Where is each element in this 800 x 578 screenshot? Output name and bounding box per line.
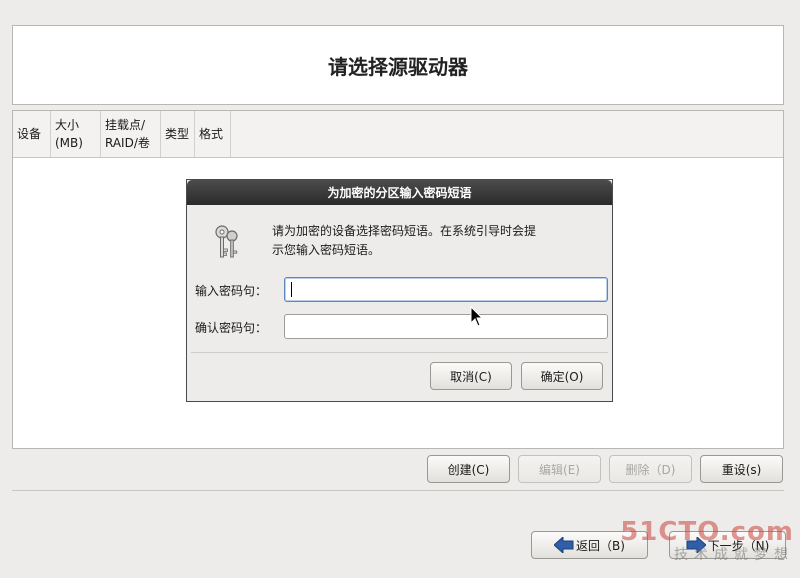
dialog-separator xyxy=(191,352,608,353)
passphrase-dialog: 为加密的分区输入密码短语 请为加密的设备选择密码短语。在系统引导时会提 示您输入… xyxy=(186,179,613,402)
page-title: 请选择源驱动器 xyxy=(328,54,468,79)
watermark: 51CTO.com 技术成就梦想 xyxy=(620,518,794,564)
create-button[interactable]: 创建(C) xyxy=(427,455,510,483)
dialog-message-line2: 示您输入密码短语。 xyxy=(272,243,381,257)
back-button-label: 返回（B) xyxy=(576,538,625,553)
column-header-size[interactable]: 大小 (MB) xyxy=(51,111,101,157)
passphrase-input[interactable] xyxy=(284,277,608,302)
text-caret xyxy=(291,282,292,297)
column-header-mountpoint[interactable]: 挂载点/ RAID/卷 xyxy=(101,111,161,157)
column-header-device[interactable]: 设备 xyxy=(13,111,51,157)
table-header: 设备 大小 (MB) 挂载点/ RAID/卷 类型 格式 xyxy=(13,111,783,158)
watermark-slogan: 技术成就梦想 xyxy=(674,547,794,563)
watermark-logo: 51CTO.com xyxy=(620,517,794,547)
dialog-message: 请为加密的设备选择密码短语。在系统引导时会提 示您输入密码短语。 xyxy=(272,222,572,260)
ok-button[interactable]: 确定(O) xyxy=(521,362,603,390)
reset-button[interactable]: 重设(s) xyxy=(700,455,783,483)
column-mountpoint-sub: RAID/卷 xyxy=(105,136,150,150)
column-type-label: 类型 xyxy=(165,127,190,141)
keys-icon xyxy=(215,225,238,258)
title-panel: 请选择源驱动器 xyxy=(12,25,784,105)
edit-button[interactable]: 编辑(E) xyxy=(518,455,601,483)
cancel-button[interactable]: 取消(C) xyxy=(430,362,512,390)
column-device-label: 设备 xyxy=(17,127,42,141)
delete-button[interactable]: 删除（D) xyxy=(609,455,692,483)
column-size-unit: (MB) xyxy=(55,136,83,150)
dialog-message-line1: 请为加密的设备选择密码短语。在系统引导时会提 xyxy=(272,224,537,238)
dialog-title: 为加密的分区输入密码短语 xyxy=(187,180,612,205)
confirm-passphrase-label: 确认密码句： xyxy=(195,321,268,335)
passphrase-label: 输入密码句： xyxy=(195,284,268,298)
column-format-label: 格式 xyxy=(199,127,224,141)
column-mountpoint-label: 挂载点/ xyxy=(105,118,146,132)
confirm-passphrase-input[interactable] xyxy=(284,314,608,339)
column-header-format[interactable]: 格式 xyxy=(195,111,231,157)
column-header-type[interactable]: 类型 xyxy=(161,111,195,157)
back-arrow-icon xyxy=(554,537,574,553)
separator xyxy=(12,490,784,491)
mouse-pointer-icon xyxy=(470,306,484,327)
column-size-label: 大小 xyxy=(55,118,80,132)
